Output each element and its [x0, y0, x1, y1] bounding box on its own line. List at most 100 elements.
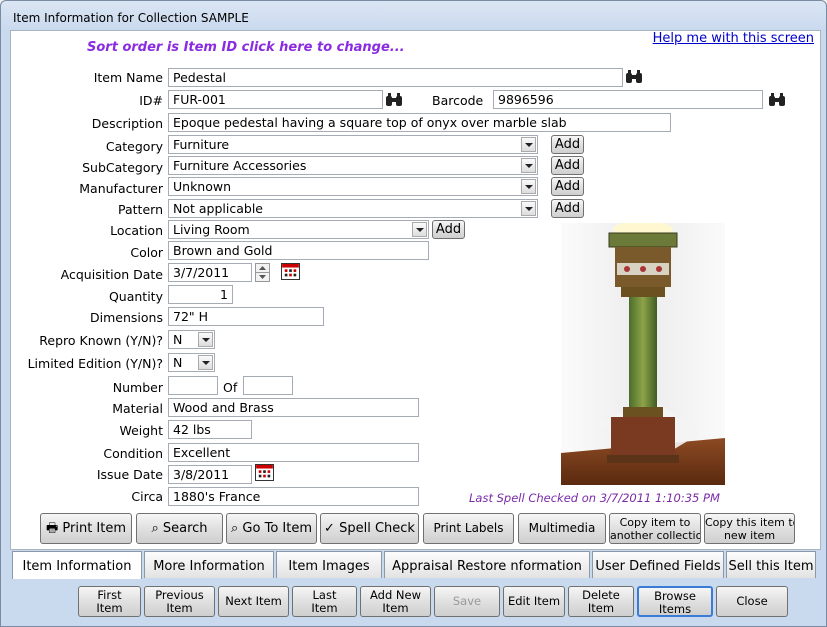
circa-label: Circa [131, 489, 163, 504]
category-dropdown[interactable]: Furniture [168, 135, 538, 154]
last-line2: Item [311, 601, 338, 615]
weight-label: Weight [119, 423, 163, 438]
binoculars-icon[interactable] [385, 92, 403, 107]
weight-field[interactable]: 42 lbs [168, 420, 252, 439]
copy-to-collection-line1: Copy item to [619, 516, 691, 529]
manufacturer-value: Unknown [173, 179, 232, 194]
acquisition-date-field[interactable]: 3/7/2011 [168, 263, 252, 282]
binoculars-icon: ⌕ [151, 521, 159, 536]
condition-label: Condition [103, 446, 163, 461]
color-field[interactable]: Brown and Gold [168, 241, 429, 260]
sort-order-link[interactable]: Sort order is Item ID click here to chan… [87, 40, 405, 55]
tab-user-defined-fields[interactable]: User Defined Fields [592, 551, 724, 578]
repro-label: Repro Known (Y/N)? [39, 333, 163, 348]
copy-to-collection-button[interactable]: Copy item to another collection [609, 513, 701, 544]
location-label: Location [110, 223, 163, 238]
issue-date-field[interactable]: 3/8/2011 [168, 465, 252, 484]
manufacturer-label: Manufacturer [79, 181, 163, 196]
category-label: Category [105, 139, 163, 154]
form-panel: Sort order is Item ID click here to chan… [10, 30, 821, 550]
id-label: ID# [139, 93, 163, 108]
spell-check-button[interactable]: ✓ Spell Check [320, 513, 419, 544]
dimensions-field[interactable]: 72" H [168, 307, 324, 326]
manufacturer-dropdown[interactable]: Unknown [168, 177, 538, 196]
chevron-down-icon[interactable] [521, 201, 536, 216]
multimedia-button[interactable]: Multimedia [518, 513, 606, 544]
calendar-icon[interactable] [281, 263, 300, 280]
tab-more-information[interactable]: More Information [144, 551, 274, 578]
tab-item-information[interactable]: Item Information [12, 551, 142, 579]
condition-field[interactable]: Excellent [168, 443, 419, 462]
delete-item-button[interactable]: Delete Item [568, 586, 634, 617]
window-title: Item Information for Collection SAMPLE [13, 11, 249, 25]
delete-line2: Item [587, 601, 615, 615]
quantity-field[interactable]: 1 [168, 285, 233, 304]
help-link[interactable]: Help me with this screen [653, 31, 814, 46]
prev-line2: Item [166, 601, 193, 615]
chevron-down-icon[interactable] [521, 158, 536, 173]
chevron-down-icon[interactable] [412, 222, 427, 237]
repro-dropdown[interactable]: N [168, 330, 215, 349]
add-category-button[interactable]: Add [551, 135, 584, 154]
next-item-button[interactable]: Next Item [218, 586, 289, 617]
id-field[interactable]: FUR-001 [168, 90, 383, 109]
copy-to-collection-line2: another collection [610, 529, 701, 542]
chevron-down-icon[interactable] [198, 332, 213, 347]
binoculars-icon[interactable] [768, 92, 786, 107]
first-item-button[interactable]: First Item [78, 586, 141, 617]
of-field[interactable] [243, 376, 293, 395]
material-label: Material [112, 401, 163, 416]
location-value: Living Room [173, 222, 250, 237]
spell-check-label: Spell Check [339, 521, 415, 536]
close-button[interactable]: Close [716, 586, 788, 617]
copy-to-new-item-button[interactable]: Copy this item to anew item [704, 513, 795, 544]
spellcheck-icon: ✓ [324, 521, 335, 536]
go-to-item-button[interactable]: ⌕ Go To Item [226, 513, 317, 544]
browse-items-button[interactable]: Browse Items [637, 586, 713, 617]
chevron-down-icon[interactable] [198, 355, 213, 370]
tab-item-images[interactable]: Item Images [276, 551, 382, 578]
add-manufacturer-button[interactable]: Add [551, 177, 584, 196]
description-label: Description [91, 116, 163, 131]
quantity-label: Quantity [108, 289, 163, 304]
number-field[interactable] [168, 376, 218, 395]
print-labels-button[interactable]: Print Labels [423, 513, 514, 544]
print-item-button[interactable]: 🖶 Print Item [40, 513, 132, 544]
item-name-label: Item Name [93, 70, 163, 85]
add-subcategory-button[interactable]: Add [551, 156, 584, 175]
edit-item-button[interactable]: Edit Item [503, 586, 565, 617]
item-name-field[interactable]: Pedestal [168, 68, 623, 87]
save-button[interactable]: Save [434, 586, 500, 617]
first-line2: Item [96, 601, 123, 615]
limited-edition-dropdown[interactable]: N [168, 353, 215, 372]
pattern-label: Pattern [118, 202, 163, 217]
previous-item-button[interactable]: Previous Item [144, 586, 215, 617]
search-button[interactable]: ⌕ Search [136, 513, 223, 544]
tab-strip: Item Information More Information Item I… [10, 551, 820, 579]
add-location-button[interactable]: Add [432, 220, 465, 239]
app-window: Item Information for Collection SAMPLE S… [0, 0, 827, 627]
pattern-dropdown[interactable]: Not applicable [168, 199, 538, 218]
binoculars-icon[interactable] [625, 69, 643, 84]
repro-value: N [173, 332, 183, 347]
tab-appraisal-restore[interactable]: Appraisal Restore nformation [384, 551, 590, 578]
barcode-field[interactable]: 9896596 [493, 90, 763, 109]
color-label: Color [130, 245, 163, 260]
add-new-item-button[interactable]: Add New Item [360, 586, 431, 617]
dimensions-label: Dimensions [90, 310, 163, 325]
chevron-down-icon[interactable] [521, 179, 536, 194]
subcategory-label: SubCategory [82, 160, 163, 175]
calendar-icon[interactable] [255, 464, 274, 481]
location-dropdown[interactable]: Living Room [168, 220, 429, 239]
description-field[interactable]: Epoque pedestal having a square top of o… [168, 113, 671, 132]
number-label: Number [112, 380, 163, 395]
date-spinner[interactable] [255, 263, 270, 282]
subcategory-dropdown[interactable]: Furniture Accessories [168, 156, 538, 175]
material-field[interactable]: Wood and Brass [168, 398, 419, 417]
add-pattern-button[interactable]: Add [551, 199, 584, 218]
tab-sell-this-item[interactable]: Sell this Item [726, 551, 816, 578]
limited-edition-value: N [173, 355, 183, 370]
chevron-down-icon[interactable] [521, 137, 536, 152]
circa-field[interactable]: 1880's France [168, 487, 419, 506]
last-item-button[interactable]: Last Item [292, 586, 357, 617]
